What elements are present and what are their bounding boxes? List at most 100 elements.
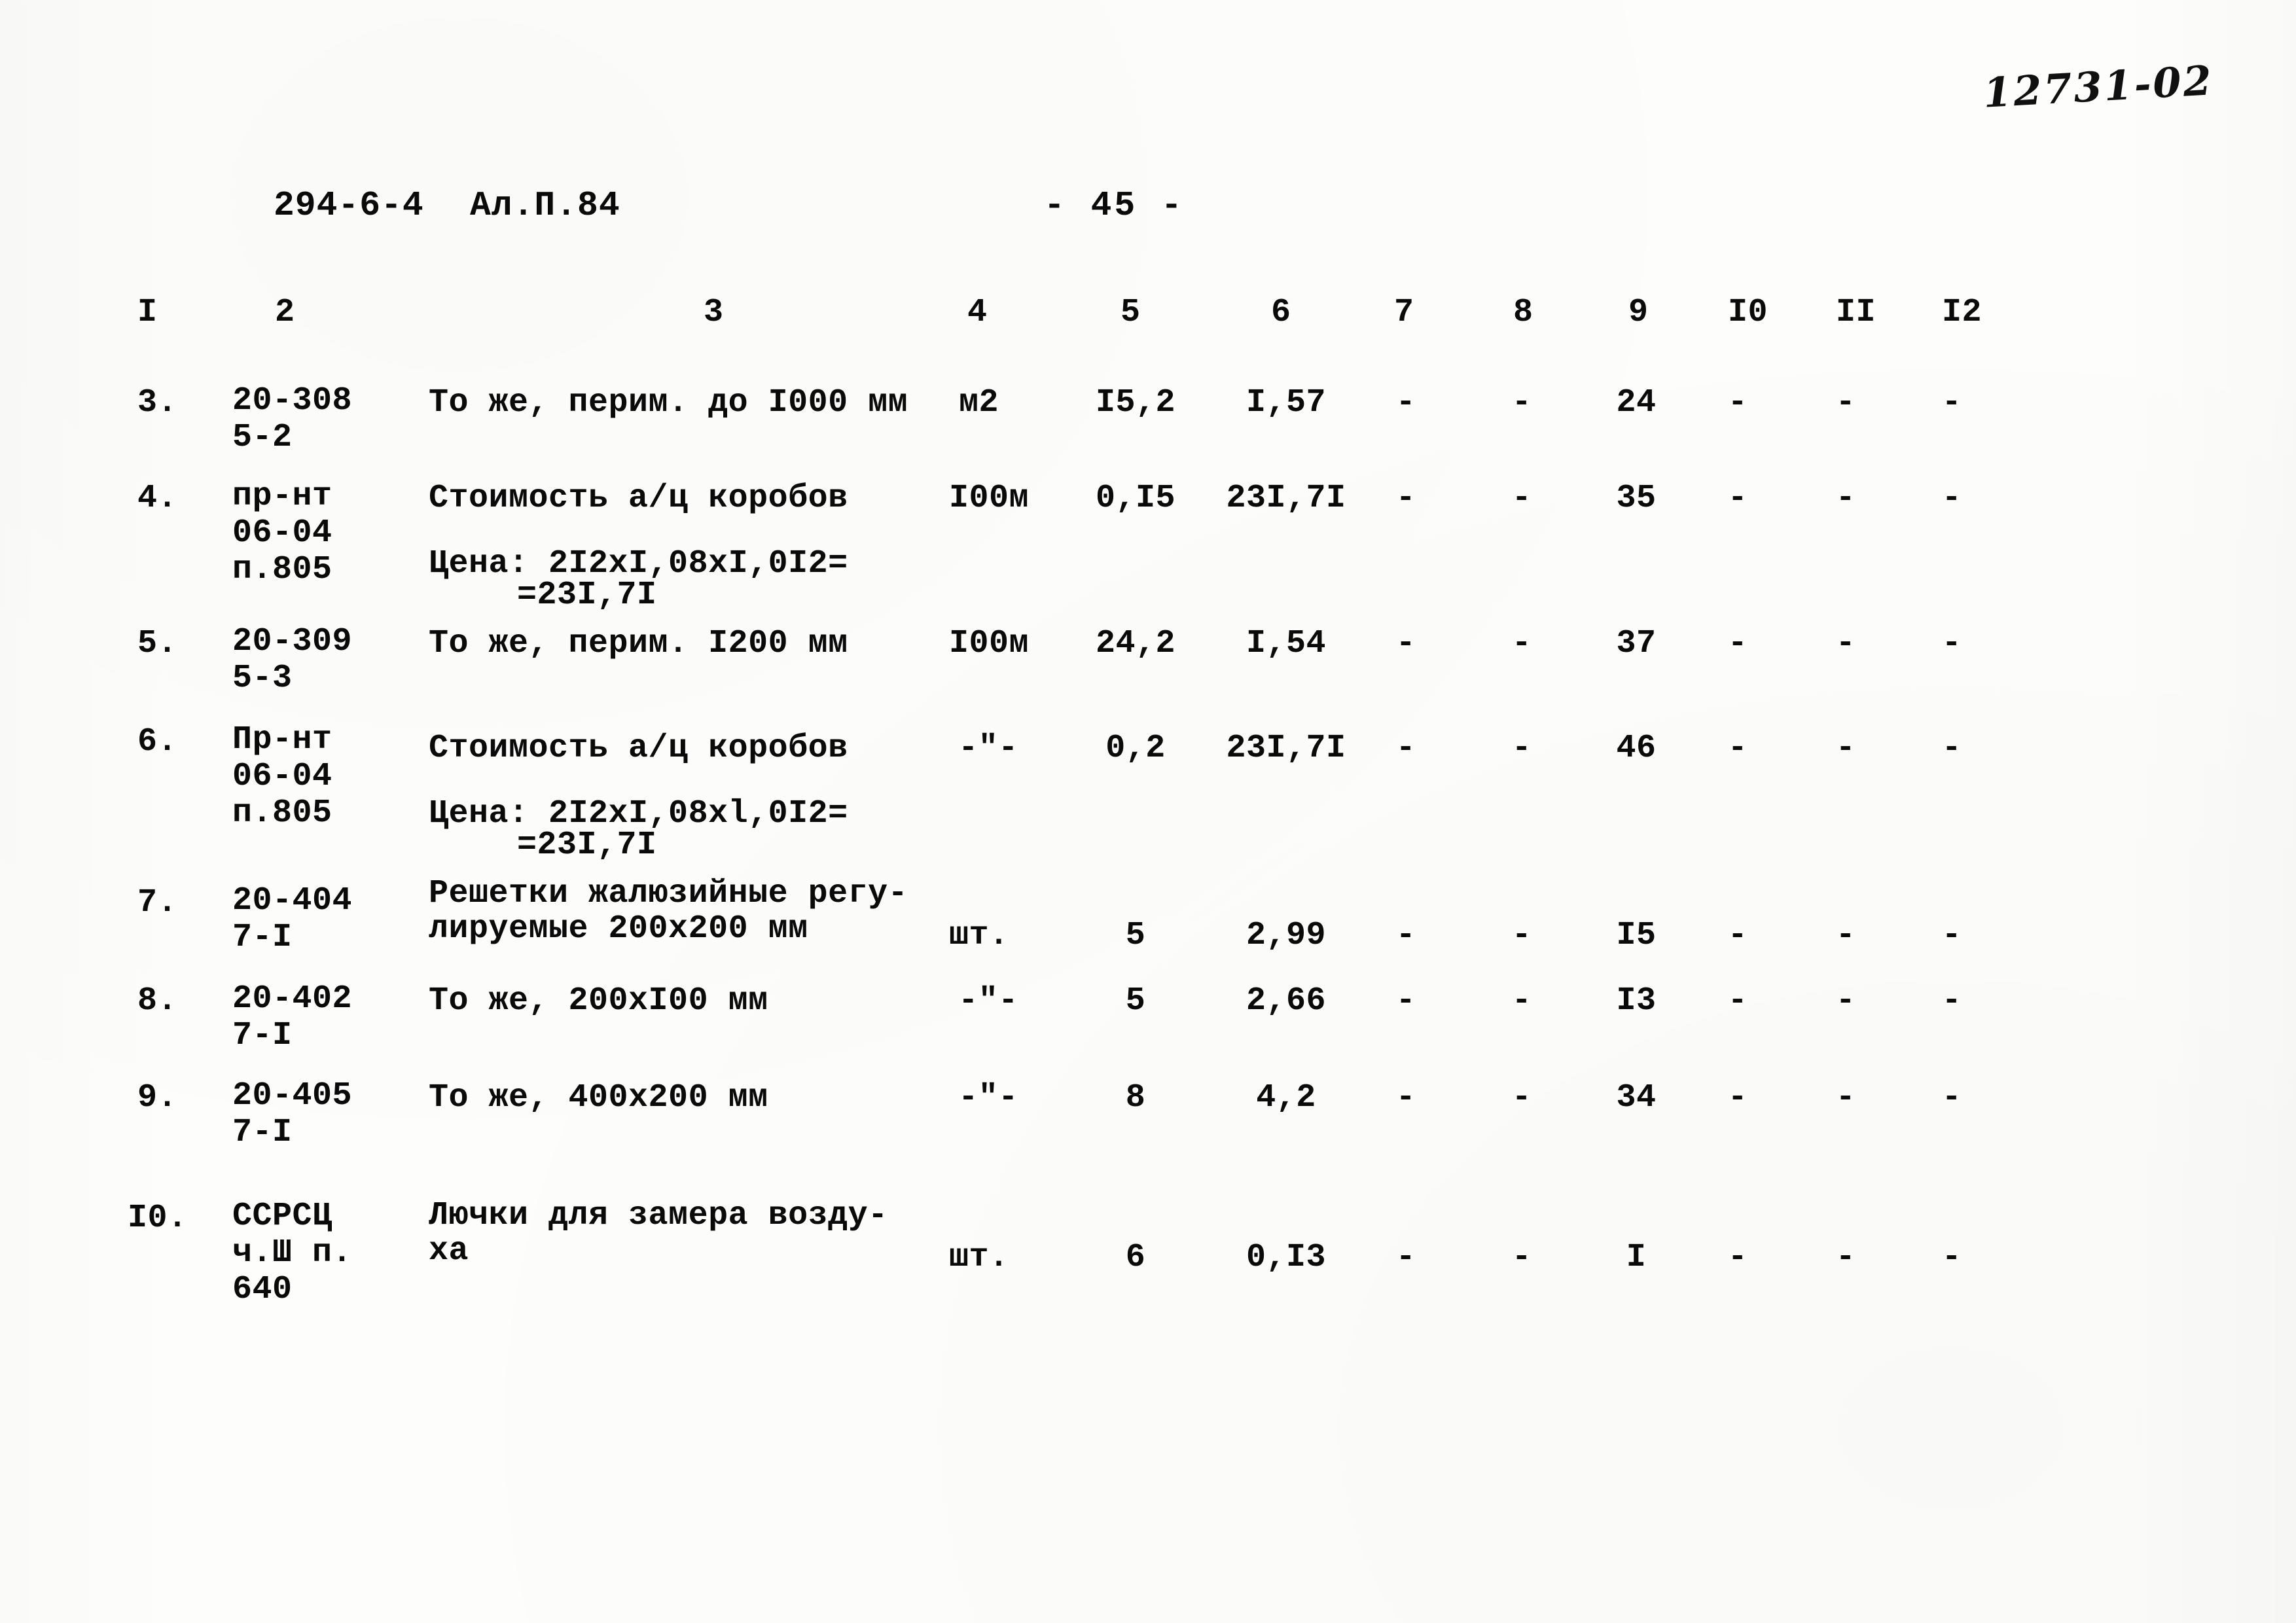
row-col-7: - <box>1395 917 1416 954</box>
row-col-10: - <box>1727 384 1748 421</box>
row-price: 0,I3 <box>1246 1239 1327 1276</box>
row-total: 37 <box>1616 625 1657 662</box>
row-col-7: - <box>1395 730 1416 767</box>
scanned-document-page: 12731-02 294-6-4 Ал.П.84 - 45 - I 2 3 4 … <box>0 0 2296 1623</box>
row-description-2: ха <box>429 1232 469 1270</box>
row-code-line-2: 06-04 <box>232 514 332 552</box>
column-header-5: 5 <box>1121 294 1141 331</box>
row-code-line-1: 20-402 <box>232 980 353 1018</box>
row-description-1: То же, 400x200 мм <box>429 1079 768 1116</box>
row-description-1: То же, 200xI00 мм <box>429 982 768 1020</box>
column-header-10: I0 <box>1728 294 1768 331</box>
row-description-3: =23I,7I <box>517 827 657 864</box>
row-description-1: Стоимость а/ц коробов <box>429 480 848 517</box>
row-number: 3. <box>137 384 178 421</box>
row-code-line-2: 7-I <box>232 1017 293 1054</box>
row-total: 34 <box>1616 1079 1657 1116</box>
row-description-1: Стоимость а/ц коробов <box>429 730 848 767</box>
row-col-12: - <box>1941 982 1962 1020</box>
row-number: 4. <box>137 480 178 517</box>
row-total: I5 <box>1616 917 1657 954</box>
row-col-8: - <box>1511 1079 1532 1116</box>
row-total: 46 <box>1616 730 1657 767</box>
row-code-line-1: 20-308 <box>232 382 353 419</box>
row-total: 35 <box>1616 480 1657 517</box>
row-col-11: - <box>1835 625 1856 662</box>
row-code-line-2: 06-04 <box>232 758 332 795</box>
row-col-11: - <box>1835 730 1856 767</box>
row-total: I <box>1626 1239 1647 1276</box>
row-col-10: - <box>1727 1079 1748 1116</box>
row-code-line-1: 20-404 <box>232 882 353 919</box>
row-col-12: - <box>1941 625 1962 662</box>
column-header-12: I2 <box>1942 294 1982 331</box>
row-col-12: - <box>1941 917 1962 954</box>
column-header-4: 4 <box>967 294 988 331</box>
row-qty: 24,2 <box>1095 625 1176 662</box>
row-col-7: - <box>1395 384 1416 421</box>
row-number: 5. <box>137 625 178 662</box>
row-code-line-3: п.805 <box>232 794 332 832</box>
row-col-8: - <box>1511 917 1532 954</box>
row-qty: 0,I5 <box>1095 480 1176 517</box>
row-code-line-1: 20-309 <box>232 623 353 660</box>
row-col-10: - <box>1727 917 1748 954</box>
column-header-7: 7 <box>1394 294 1414 331</box>
row-unit: I00м <box>949 625 1030 662</box>
row-price: I,57 <box>1246 384 1327 421</box>
row-qty: I5,2 <box>1095 384 1176 421</box>
column-header-11: II <box>1836 294 1876 331</box>
row-col-7: - <box>1395 1239 1416 1276</box>
row-col-10: - <box>1727 625 1748 662</box>
row-code-line-2: 7-I <box>232 1114 293 1151</box>
row-col-11: - <box>1835 480 1856 517</box>
row-code-line-1: Пр-нт <box>232 721 332 758</box>
row-unit: м2 <box>959 384 999 421</box>
row-col-11: - <box>1835 917 1856 954</box>
row-qty: 5 <box>1125 982 1146 1020</box>
row-qty: 8 <box>1125 1079 1146 1116</box>
row-col-7: - <box>1395 625 1416 662</box>
row-col-10: - <box>1727 1239 1748 1276</box>
row-price: 23I,7I <box>1226 730 1346 767</box>
column-header-2: 2 <box>275 294 295 331</box>
row-col-8: - <box>1511 730 1532 767</box>
row-description-1: Лючки для замера возду- <box>429 1197 888 1234</box>
row-col-7: - <box>1395 982 1416 1020</box>
row-code-line-2: 5-3 <box>232 660 293 697</box>
row-total: I3 <box>1616 982 1657 1020</box>
row-description-2: лируемые 200x200 мм <box>429 910 808 948</box>
row-qty: 0,2 <box>1105 730 1166 767</box>
row-col-7: - <box>1395 480 1416 517</box>
row-description-1: То же, перим. до I000 мм <box>429 384 908 421</box>
row-qty: 6 <box>1125 1239 1146 1276</box>
row-price: 23I,7I <box>1226 480 1346 517</box>
column-header-8: 8 <box>1513 294 1534 331</box>
row-code-line-2: ч.Ш п. <box>232 1234 353 1272</box>
row-col-12: - <box>1941 1239 1962 1276</box>
row-number: 9. <box>137 1079 178 1116</box>
row-description-3: =23I,7I <box>517 577 657 614</box>
row-code-line-1: 20-405 <box>232 1077 353 1115</box>
row-col-8: - <box>1511 384 1532 421</box>
row-col-12: - <box>1941 384 1962 421</box>
row-number: 8. <box>137 982 178 1020</box>
row-unit: -"- <box>958 730 1018 767</box>
row-price: I,54 <box>1246 625 1327 662</box>
row-col-7: - <box>1395 1079 1416 1116</box>
row-code-line-1: пр-нт <box>232 478 332 515</box>
row-col-12: - <box>1941 480 1962 517</box>
row-col-12: - <box>1941 1079 1962 1116</box>
row-number: 7. <box>137 884 178 921</box>
row-col-10: - <box>1727 730 1748 767</box>
row-qty: 5 <box>1125 917 1146 954</box>
row-unit: -"- <box>958 982 1018 1020</box>
row-col-10: - <box>1727 982 1748 1020</box>
row-price: 2,99 <box>1246 917 1327 954</box>
row-col-8: - <box>1511 982 1532 1020</box>
row-unit: шт. <box>949 917 1009 954</box>
row-col-8: - <box>1511 1239 1532 1276</box>
row-price: 4,2 <box>1256 1079 1316 1116</box>
column-header-3: 3 <box>704 294 724 331</box>
row-description-1: То же, перим. I200 мм <box>429 625 848 662</box>
